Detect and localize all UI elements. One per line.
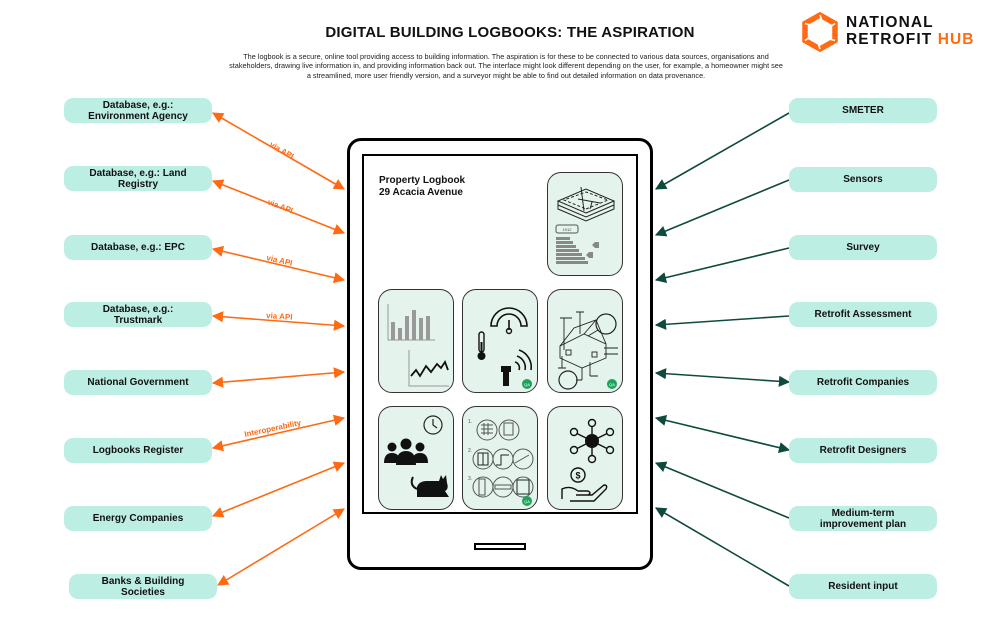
bar-line-chart-icon [387, 304, 449, 387]
tile-retrofit-measures[interactable]: 1. 2. 3. QA [462, 406, 538, 510]
node-national-government[interactable]: National Government [64, 370, 212, 395]
link-retrofit-companies [654, 368, 791, 387]
node-retrofit-designers[interactable]: Retrofit Designers [789, 438, 937, 463]
svg-text:2.: 2. [468, 448, 472, 454]
node-logbooks-register[interactable]: Logbooks Register [64, 438, 212, 463]
svg-text:QA: QA [524, 382, 530, 387]
tile-charts[interactable] [378, 289, 454, 393]
node-trustmark[interactable]: Database, e.g.: Trustmark [64, 302, 212, 327]
link-survey [654, 247, 790, 284]
link-label-epc: via API [266, 253, 294, 268]
property-address: 29 Acacia Avenue [379, 187, 463, 198]
svg-text:1912: 1912 [563, 227, 573, 232]
link-national-government [211, 367, 346, 388]
tile-network-finance[interactable]: $ [547, 406, 623, 510]
house-survey-diagram-icon: QA [558, 311, 618, 390]
building-layers-epc-icon: 1912 [555, 186, 616, 264]
svg-text:3.: 3. [468, 476, 472, 482]
home-button[interactable] [474, 543, 526, 550]
link-resident-input [655, 507, 790, 587]
node-land-registry[interactable]: Database, e.g.: Land Registry [64, 166, 212, 191]
link-label-env: via API [268, 140, 295, 161]
link-banks [217, 508, 345, 586]
node-sensors[interactable]: Sensors [789, 167, 937, 192]
svg-text:$: $ [575, 471, 580, 481]
tile-building-epc[interactable]: 1912 [547, 172, 623, 276]
link-label-land: via API [266, 197, 294, 215]
svg-text:1.: 1. [468, 419, 472, 425]
node-energy-companies[interactable]: Energy Companies [64, 506, 212, 531]
logbook-header: Property Logbook 29 Acacia Avenue [379, 175, 465, 199]
link-smeter [655, 112, 790, 190]
node-retrofit-companies[interactable]: Retrofit Companies [789, 370, 937, 395]
link-retrofit-assessment [654, 315, 790, 330]
network-finance-icon: $ [561, 418, 615, 502]
node-resident-input[interactable]: Resident input [789, 574, 937, 599]
node-epc[interactable]: Database, e.g.: EPC [64, 235, 212, 260]
node-smeter[interactable]: SMETER [789, 98, 937, 123]
link-retrofit-designers [654, 414, 791, 454]
tile-sensors[interactable]: QA [462, 289, 538, 393]
logbook-title: Property Logbook [379, 175, 466, 186]
retrofit-measures-steps-icon: 1. 2. 3. QA [468, 419, 534, 506]
gauge-thermometer-sensor-icon: QA [477, 307, 533, 389]
link-sensors [654, 179, 790, 237]
link-improvement-plan [654, 461, 790, 519]
link-label-trustmark: via API [266, 311, 293, 322]
node-environment-agency[interactable]: Database, e.g.: Environment Agency [64, 98, 212, 123]
svg-text:QA: QA [524, 499, 530, 504]
link-label-interop: Interoperability [244, 418, 303, 439]
node-medium-term-improvement-plan[interactable]: Medium-term improvement plan [789, 506, 937, 531]
node-survey[interactable]: Survey [789, 235, 937, 260]
node-banks-building-societies[interactable]: Banks & Building Societies [69, 574, 217, 599]
tile-house-survey[interactable]: QA [547, 289, 623, 393]
tile-residents[interactable] [378, 406, 454, 510]
people-clock-pet-icon [384, 415, 449, 497]
node-retrofit-assessment[interactable]: Retrofit Assessment [789, 302, 937, 327]
svg-text:QA: QA [609, 382, 615, 387]
link-energy-companies [211, 461, 346, 518]
